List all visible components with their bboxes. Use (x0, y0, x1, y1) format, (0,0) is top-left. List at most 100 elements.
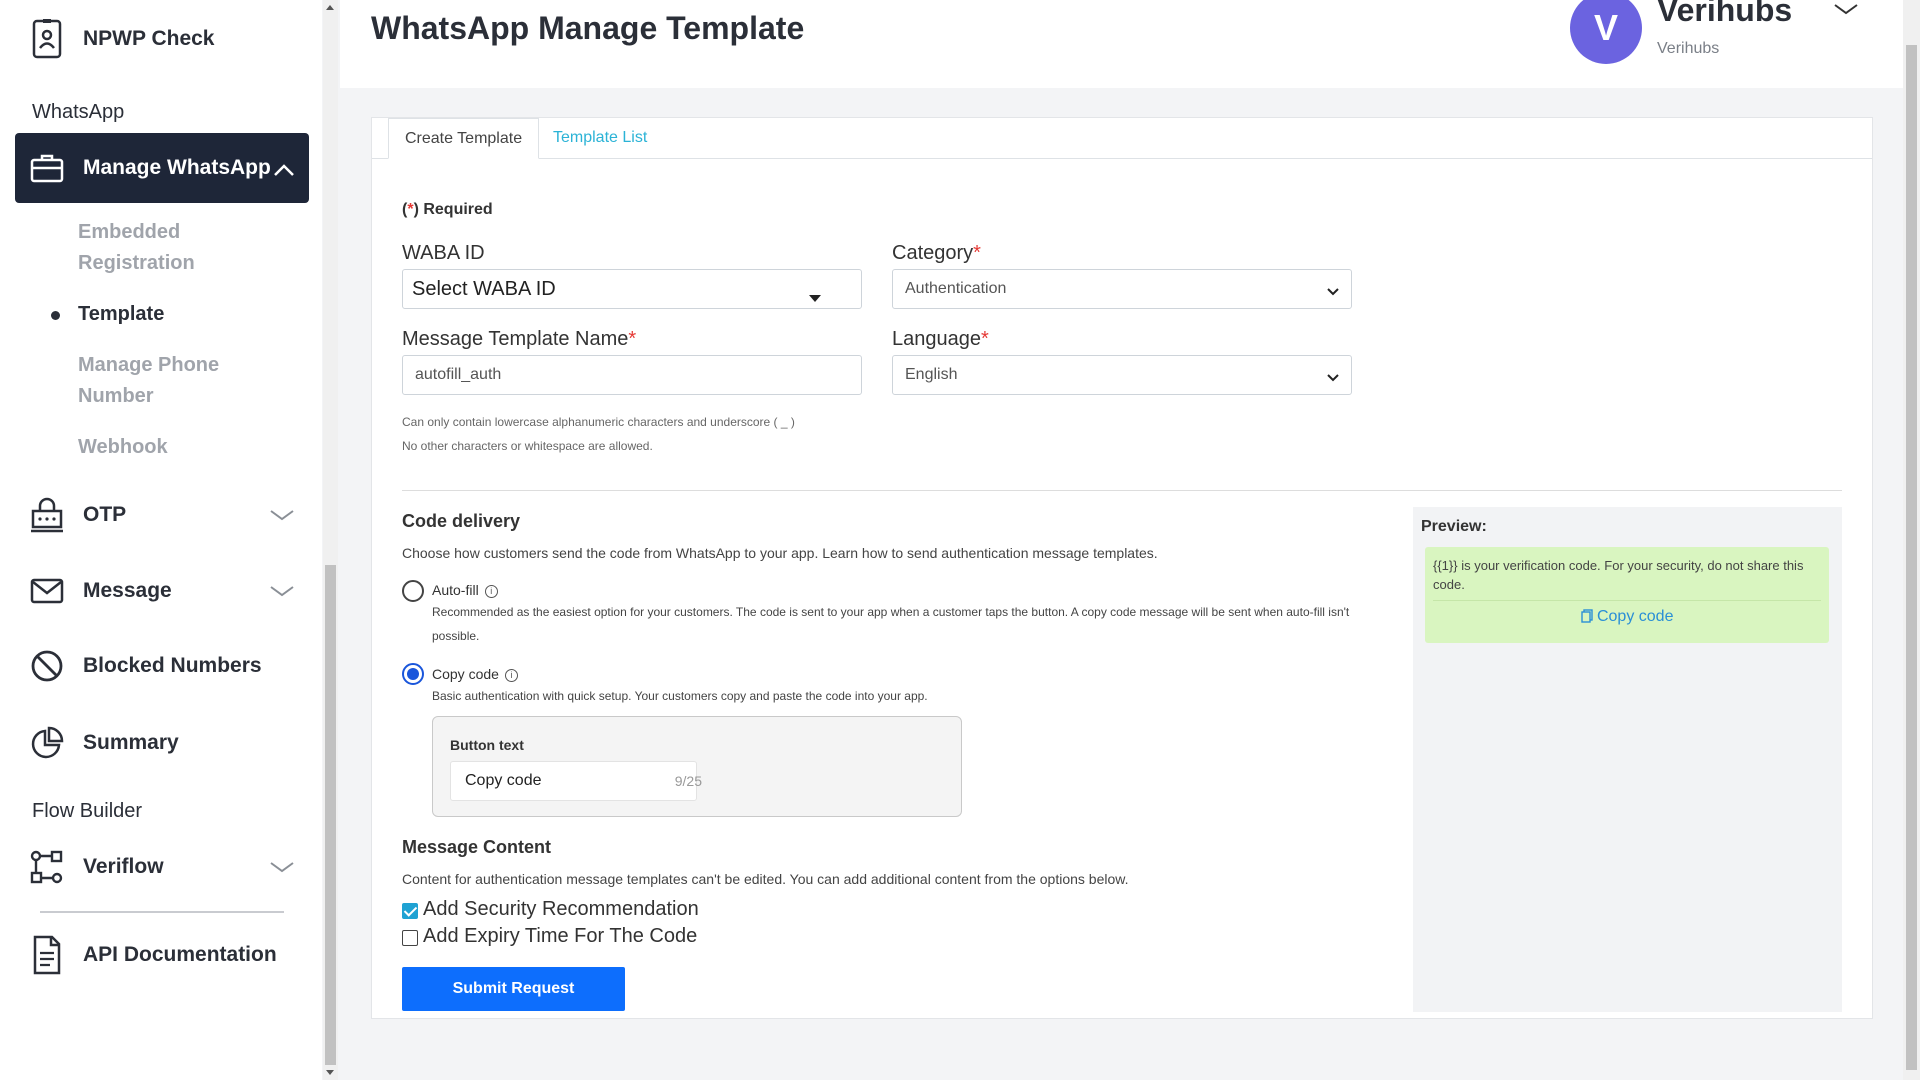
header: WhatsApp Manage Template V Verihubs Veri… (340, 0, 1903, 88)
template-card: Create Template Template List (*) Requir… (371, 117, 1873, 1019)
sidebar-item-label: Summary (83, 731, 179, 754)
sidebar-section-whatsapp: WhatsApp (32, 101, 125, 123)
tab-template-list[interactable]: Template List (537, 118, 663, 158)
sidebar-item-label: Veriflow (83, 855, 164, 878)
chevron-up-icon[interactable] (273, 159, 295, 183)
main-scrollbar[interactable] (1903, 0, 1920, 1080)
sidebar-item-label: Message (83, 579, 172, 602)
sidebar-item-message[interactable]: Message (15, 556, 309, 626)
chevron-down-icon (1327, 369, 1339, 387)
scroll-up-arrow-icon[interactable] (326, 5, 334, 10)
section-divider (402, 490, 1842, 491)
sidebar-item-label: NPWP Check (83, 27, 215, 50)
pie-chart-icon (29, 723, 65, 763)
scroll-down-arrow-icon[interactable] (326, 1070, 334, 1075)
waba-id-label: WABA ID (402, 242, 485, 264)
user-subtitle: Verihubs (1657, 40, 1720, 57)
sidebar-sub-manage-phone-number[interactable]: Manage Phone Number (78, 350, 228, 412)
name-hint-1: Can only contain lowercase alphanumeric … (402, 415, 795, 429)
template-name-input[interactable]: autofill_auth (402, 355, 862, 395)
language-label: Language* (892, 328, 989, 350)
sidebar-item-otp[interactable]: OTP (15, 480, 309, 550)
preview-message-text: {{1}} is your verification code. For you… (1433, 558, 1804, 592)
button-text-input[interactable]: Copy code 9/25 (450, 761, 702, 801)
preview-message-bubble: {{1}} is your verification code. For you… (1425, 547, 1829, 643)
user-name[interactable]: Verihubs (1657, 0, 1792, 29)
copy-code-desc: Basic authentication with quick setup. Y… (432, 689, 928, 703)
chevron-down-icon (1327, 283, 1339, 301)
tab-create-template[interactable]: Create Template (388, 118, 540, 159)
category-value: Authentication (905, 280, 1007, 297)
autofill-desc: Recommended as the easiest option for yo… (432, 605, 1350, 643)
lock-icon (29, 495, 65, 535)
language-value: English (905, 366, 958, 383)
sidebar-section-flow-builder: Flow Builder (32, 800, 143, 822)
sidebar-item-label: Manage WhatsApp (83, 156, 271, 179)
required-note: (*) Required (402, 201, 493, 218)
message-content-desc: Content for authentication message templ… (402, 871, 1129, 887)
briefcase-icon (29, 148, 65, 188)
preview-copy-code: Copy code (1425, 608, 1829, 626)
page-title: WhatsApp Manage Template (371, 10, 805, 46)
chevron-down-icon[interactable] (1833, 2, 1859, 21)
copy-code-label[interactable]: Copy code i (432, 666, 518, 682)
sidebar-item-blocked-numbers[interactable]: Blocked Numbers (15, 631, 309, 701)
preview-separator (1433, 600, 1821, 601)
button-text-label: Button text (450, 737, 524, 753)
sidebar-scrollbar[interactable] (323, 0, 338, 1080)
expiry-time-checkbox[interactable] (402, 930, 418, 946)
sidebar-item-npwp-check[interactable]: NPWP Check (15, 4, 309, 74)
waba-id-value: Select WABA ID (412, 277, 556, 300)
chevron-down-icon[interactable] (269, 504, 295, 528)
preview-title: Preview: (1421, 518, 1487, 535)
preview-copy-label: Copy code (1596, 608, 1674, 625)
submit-request-button[interactable]: Submit Request (402, 967, 625, 1011)
id-card-icon (29, 19, 65, 59)
sidebar: NPWP Check WhatsApp Manage WhatsApp Embe… (0, 0, 322, 1080)
message-content-title: Message Content (402, 837, 552, 857)
chevron-down-icon[interactable] (269, 856, 295, 880)
autofill-label[interactable]: Auto-fill i (432, 582, 498, 598)
sidebar-item-manage-whatsapp[interactable]: Manage WhatsApp (15, 133, 309, 203)
expiry-time-label[interactable]: Add Expiry Time For The Code (423, 925, 697, 948)
chevron-down-icon[interactable] (269, 580, 295, 604)
code-delivery-desc: Choose how customers send the code from … (402, 545, 1158, 561)
name-hint-2: No other characters or whitespace are al… (402, 439, 653, 453)
avatar[interactable]: V (1570, 0, 1642, 64)
scrollbar-thumb[interactable] (1906, 45, 1917, 1070)
info-icon[interactable]: i (484, 585, 498, 598)
sidebar-item-veriflow[interactable]: Veriflow (15, 832, 309, 902)
sidebar-item-api-documentation[interactable]: API Documentation (15, 920, 309, 990)
copy-code-radio[interactable] (402, 663, 424, 685)
sidebar-item-label: API Documentation (83, 943, 277, 966)
active-dot (51, 311, 60, 320)
flow-icon (29, 847, 65, 887)
sidebar-item-label: Blocked Numbers (83, 654, 262, 677)
sidebar-sub-template[interactable]: Template (78, 299, 164, 330)
button-text-panel: Button text Copy code 9/25 (432, 716, 962, 817)
preview-panel: Preview: {{1}} is your verification code… (1413, 507, 1842, 1012)
sidebar-sub-embedded-registration[interactable]: Embedded Registration (78, 217, 228, 279)
char-counter: 9/25 (674, 773, 702, 789)
caret-down-icon (809, 286, 821, 309)
envelope-icon (29, 571, 65, 611)
scrollbar-thumb[interactable] (325, 565, 336, 1065)
sidebar-item-label: OTP (83, 503, 127, 526)
language-select[interactable]: English (892, 355, 1352, 395)
info-icon[interactable]: i (504, 669, 518, 682)
document-icon (29, 935, 65, 975)
sidebar-sub-webhook[interactable]: Webhook (78, 432, 168, 463)
autofill-radio[interactable] (402, 580, 424, 602)
sidebar-item-summary[interactable]: Summary (15, 708, 309, 778)
security-recommendation-label[interactable]: Add Security Recommendation (423, 898, 699, 921)
template-name-label: Message Template Name* (402, 328, 637, 350)
waba-id-select[interactable]: Select WABA ID (402, 269, 862, 309)
security-recommendation-checkbox[interactable] (402, 903, 418, 919)
copy-icon (1580, 608, 1593, 625)
block-icon (29, 646, 65, 686)
category-select[interactable]: Authentication (892, 269, 1352, 309)
button-text-value: Copy code (465, 772, 542, 789)
tab-divider (372, 158, 1872, 159)
sidebar-divider (40, 911, 284, 913)
code-delivery-title: Code delivery (402, 511, 521, 531)
